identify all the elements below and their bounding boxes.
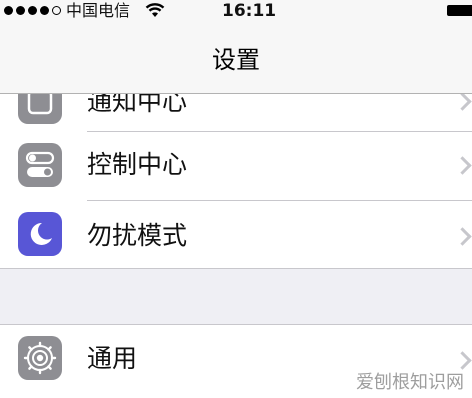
settings-row-do-not-disturb[interactable]: 勿扰模式 xyxy=(0,201,472,268)
moon-icon xyxy=(18,212,62,256)
settings-row-control-center[interactable]: 控制中心 xyxy=(0,132,472,202)
notification-center-icon xyxy=(18,94,62,124)
page-title: 设置 xyxy=(212,46,260,74)
chevron-right-icon xyxy=(453,227,472,246)
status-time: 16:11 xyxy=(222,1,277,21)
wifi-icon xyxy=(145,3,165,17)
settings-group-1: 通知中心 控制中心 勿扰模式 xyxy=(0,94,472,269)
watermark: 爱刨根知识网 xyxy=(356,372,464,393)
carrier-name: 中国电信 xyxy=(66,1,131,20)
control-center-icon xyxy=(18,143,62,187)
battery-icon xyxy=(447,5,472,16)
settings-row-label: 通用 xyxy=(87,344,138,373)
settings-row-label: 勿扰模式 xyxy=(87,221,188,250)
chevron-right-icon xyxy=(453,156,472,175)
navigation-bar: 设置 xyxy=(0,22,472,94)
settings-row-label: 控制中心 xyxy=(87,150,188,179)
chevron-right-icon xyxy=(453,94,472,111)
signal-strength-icon xyxy=(4,6,61,15)
gear-icon xyxy=(18,336,62,380)
status-bar: 中国电信 16:11 xyxy=(0,0,472,22)
chevron-right-icon xyxy=(453,351,472,370)
settings-row-label: 通知中心 xyxy=(87,94,188,116)
